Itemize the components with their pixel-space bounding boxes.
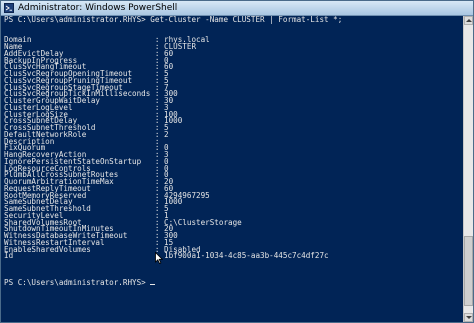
scroll-up-arrow-icon [466, 19, 472, 22]
powershell-icon[interactable] [4, 3, 14, 13]
scroll-up-button[interactable] [464, 16, 473, 25]
scroll-down-button[interactable] [464, 313, 473, 322]
console-output-area[interactable]: PS C:\Users\administrator.RHYS> Get-Clus… [1, 16, 463, 322]
text-cursor [150, 284, 156, 286]
console-lines: PS C:\Users\administrator.RHYS> Get-Clus… [4, 16, 343, 287]
scroll-down-arrow-icon [466, 316, 472, 319]
window-title: Administrator: Windows PowerShell [18, 3, 178, 13]
scroll-thumb[interactable] [464, 236, 473, 306]
command-line: PS C:\Users\administrator.RHYS> Get-Clus… [4, 16, 343, 24]
title-bar[interactable]: Administrator: Windows PowerShell [1, 1, 473, 16]
prompt-line: PS C:\Users\administrator.RHYS> [4, 279, 342, 287]
mouse-pointer-icon [155, 252, 163, 264]
output-line: Id : 1bf900a1-1034-4c85-aa3b-445c7c4df27… [4, 251, 329, 261]
vertical-scrollbar[interactable] [463, 16, 473, 322]
powershell-window: Administrator: Windows PowerShell PS C:\… [0, 0, 474, 323]
